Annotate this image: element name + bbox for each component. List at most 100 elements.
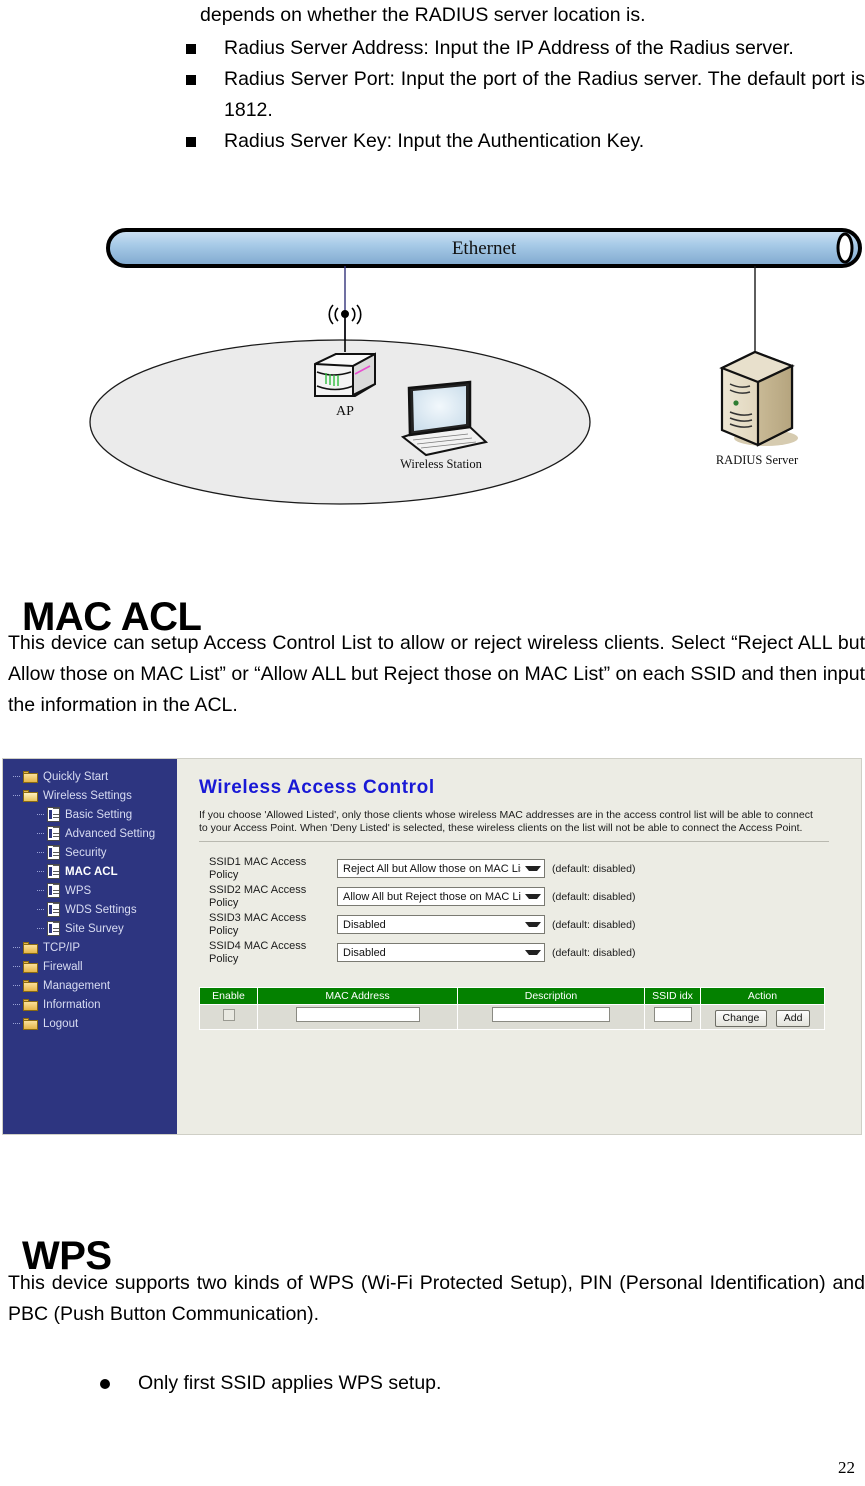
cell-description bbox=[457, 1004, 645, 1030]
page-icon bbox=[47, 883, 60, 898]
bullet-text: Radius Server Address: Input the IP Addr… bbox=[224, 37, 794, 59]
policy-default-note: (default: disabled) bbox=[552, 890, 636, 903]
wps-paragraph: This device supports two kinds of WPS (W… bbox=[8, 1272, 865, 1325]
ssid3-policy-select[interactable]: Disabled bbox=[337, 915, 545, 934]
enable-checkbox[interactable] bbox=[222, 1009, 235, 1021]
ethernet-label: Ethernet bbox=[452, 238, 517, 259]
sidebar-item-label: Quickly Start bbox=[43, 770, 109, 783]
radius-server-icon bbox=[719, 350, 798, 447]
tree-connector bbox=[13, 786, 23, 805]
ssid1-policy-row: SSID1 MAC Access Policy Reject All but A… bbox=[199, 856, 845, 881]
chevron-down-icon bbox=[525, 922, 541, 927]
policy-default-note: (default: disabled) bbox=[552, 862, 636, 875]
table-header-row: Enable MAC Address Description SSID idx … bbox=[199, 987, 825, 1005]
sidebar-item-management[interactable]: Management bbox=[3, 976, 177, 995]
selected-value: Disabled bbox=[343, 946, 386, 959]
tree-connector bbox=[13, 938, 23, 957]
tree-connector bbox=[13, 767, 23, 786]
tree-connector bbox=[13, 1014, 23, 1033]
policy-default-note: (default: disabled) bbox=[552, 946, 636, 959]
tree-connector bbox=[37, 881, 47, 900]
page-icon bbox=[47, 845, 60, 860]
selected-value: Allow All but Reject those on MAC List bbox=[343, 890, 521, 903]
table-row: Change Add bbox=[199, 1004, 825, 1030]
folder-open-icon bbox=[23, 789, 38, 802]
ssid-idx-input[interactable] bbox=[653, 1007, 692, 1022]
radius-server-label: RADIUS Server bbox=[716, 453, 799, 467]
ssid2-policy-select[interactable]: Allow All but Reject those on MAC List bbox=[337, 887, 545, 906]
router-admin-ui-screenshot: Quickly Start Wireless Settings Basic Se… bbox=[2, 758, 862, 1135]
ssid1-policy-select[interactable]: Reject All but Allow those on MAC List bbox=[337, 859, 545, 878]
sidebar-item-advanced-setting[interactable]: Advanced Setting bbox=[3, 824, 177, 843]
bullet-item: Radius Server Key: Input the Authenticat… bbox=[186, 126, 865, 157]
policy-label: SSID3 MAC Access Policy bbox=[209, 912, 307, 937]
square-bullet-icon bbox=[186, 137, 200, 147]
page-icon bbox=[47, 826, 60, 841]
add-button[interactable]: Add bbox=[775, 1009, 811, 1027]
tree-connector bbox=[37, 919, 47, 938]
folder-icon bbox=[23, 941, 38, 954]
ssid4-policy-select[interactable]: Disabled bbox=[337, 943, 545, 962]
cell-action: Change Add bbox=[700, 1004, 825, 1030]
column-header-mac-address: MAC Address bbox=[257, 987, 458, 1005]
bullet-text: Only first SSID applies WPS setup. bbox=[138, 1372, 442, 1394]
sidebar-item-mac-acl[interactable]: MAC ACL bbox=[3, 862, 177, 881]
access-point-icon bbox=[314, 352, 376, 397]
description-input[interactable] bbox=[492, 1007, 610, 1022]
round-bullet-icon bbox=[100, 1379, 114, 1389]
page-icon bbox=[47, 902, 60, 917]
cell-enable bbox=[199, 1004, 258, 1030]
policy-label: SSID1 MAC Access Policy bbox=[209, 856, 307, 881]
wireless-station-label: Wireless Station bbox=[400, 457, 483, 471]
sidebar-item-label: Management bbox=[43, 979, 111, 992]
sidebar-item-label: Advanced Setting bbox=[65, 827, 156, 840]
selected-value: Disabled bbox=[343, 918, 386, 931]
sidebar-item-site-survey[interactable]: Site Survey bbox=[3, 919, 177, 938]
radius-settings-bullets-section: depends on whether the RADIUS server loc… bbox=[0, 0, 865, 157]
sidebar-item-wireless-settings[interactable]: Wireless Settings bbox=[3, 786, 177, 805]
policy-label: SSID4 MAC Access Policy bbox=[209, 940, 307, 965]
sidebar-item-tcp-ip[interactable]: TCP/IP bbox=[3, 938, 177, 957]
folder-icon bbox=[23, 979, 38, 992]
tree-connector bbox=[37, 862, 47, 881]
sidebar-item-wds-settings[interactable]: WDS Settings bbox=[3, 900, 177, 919]
tree-connector bbox=[37, 900, 47, 919]
selected-value: Reject All but Allow those on MAC List bbox=[343, 862, 521, 875]
admin-main-panel: Wireless Access Control If you choose 'A… bbox=[177, 759, 861, 1134]
sidebar-item-security[interactable]: Security bbox=[3, 843, 177, 862]
sidebar-item-label: Logout bbox=[43, 1017, 79, 1030]
sidebar-item-basic-setting[interactable]: Basic Setting bbox=[3, 805, 177, 824]
sidebar-item-label: Security bbox=[65, 846, 107, 859]
column-header-action: Action bbox=[700, 987, 825, 1005]
page-description: If you choose 'Allowed Listed', only tho… bbox=[199, 809, 813, 834]
bullet-item: Radius Server Port: Input the port of th… bbox=[186, 64, 865, 126]
tree-connector bbox=[13, 957, 23, 976]
sidebar-item-label: WPS bbox=[65, 884, 92, 897]
policy-label: SSID2 MAC Access Policy bbox=[209, 884, 307, 909]
cell-ssid-idx bbox=[644, 1004, 701, 1030]
sidebar-item-firewall[interactable]: Firewall bbox=[3, 957, 177, 976]
sidebar-item-label: Basic Setting bbox=[65, 808, 133, 821]
page-icon bbox=[47, 807, 60, 822]
column-header-description: Description bbox=[457, 987, 645, 1005]
admin-sidebar-nav: Quickly Start Wireless Settings Basic Se… bbox=[3, 759, 177, 1134]
policy-default-note: (default: disabled) bbox=[552, 918, 636, 931]
tree-connector bbox=[37, 824, 47, 843]
sidebar-item-logout[interactable]: Logout bbox=[3, 1014, 177, 1033]
sidebar-item-quickly-start[interactable]: Quickly Start bbox=[3, 767, 177, 786]
bullet-text: Radius Server Key: Input the Authenticat… bbox=[224, 130, 645, 152]
sidebar-item-label: Wireless Settings bbox=[43, 789, 132, 802]
ssid4-policy-row: SSID4 MAC Access Policy Disabled (defaul… bbox=[199, 940, 845, 965]
sidebar-item-label: WDS Settings bbox=[65, 903, 137, 916]
mac-acl-paragraph: This device can setup Access Control Lis… bbox=[8, 632, 865, 716]
continuation-line: depends on whether the RADIUS server loc… bbox=[200, 4, 646, 26]
change-button[interactable]: Change bbox=[714, 1009, 768, 1027]
bullet-item: Radius Server Address: Input the IP Addr… bbox=[186, 33, 865, 64]
sidebar-item-wps[interactable]: WPS bbox=[3, 881, 177, 900]
sidebar-item-label: Information bbox=[43, 998, 101, 1011]
column-header-enable: Enable bbox=[199, 987, 258, 1005]
sidebar-item-information[interactable]: Information bbox=[3, 995, 177, 1014]
tree-connector bbox=[37, 805, 47, 824]
mac-address-input[interactable] bbox=[295, 1007, 420, 1022]
sidebar-item-label: TCP/IP bbox=[43, 941, 81, 954]
